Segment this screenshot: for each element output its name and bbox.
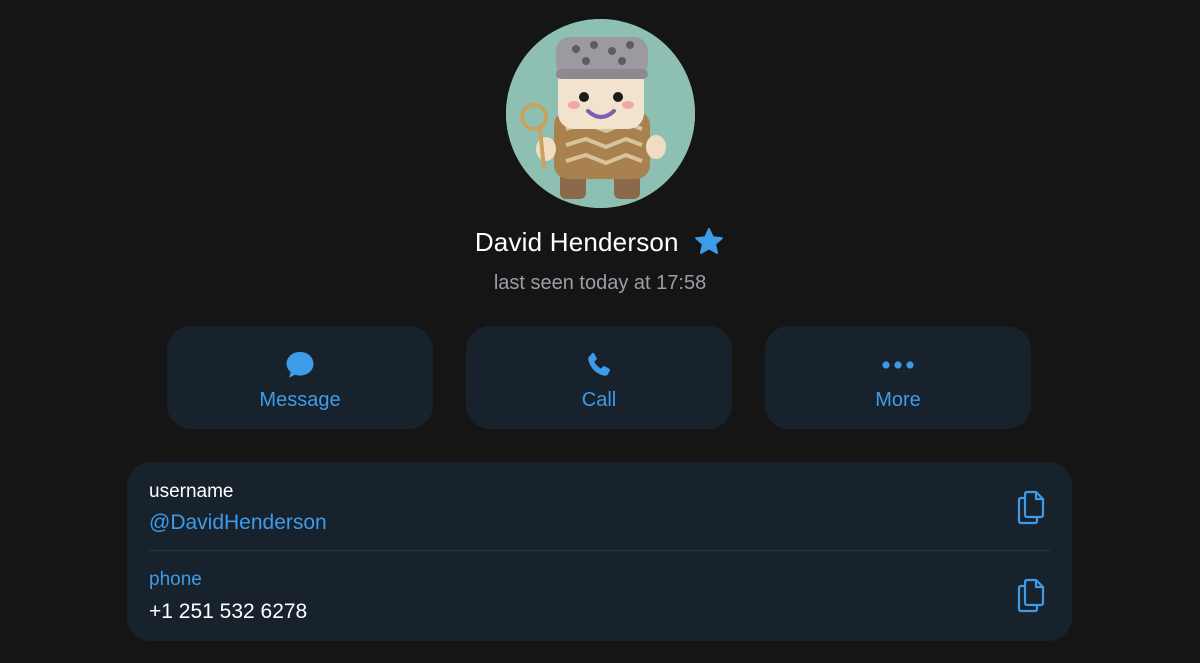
profile-name-row: David Henderson <box>0 226 1200 266</box>
more-dots-icon <box>882 361 914 369</box>
last-seen-status: last seen today at 17:58 <box>493 272 707 294</box>
message-button-label: Message <box>259 389 341 411</box>
username-value[interactable]: @DavidHenderson <box>149 511 327 535</box>
copy-phone-icon[interactable] <box>1014 577 1048 613</box>
phone-label: phone <box>149 569 202 590</box>
call-button-label: Call <box>581 389 617 411</box>
message-button[interactable]: Message <box>167 326 433 429</box>
chat-bubble-icon <box>286 352 314 378</box>
profile-page: David Henderson last seen today at 17:58… <box>0 0 1200 663</box>
call-button[interactable]: Call <box>466 326 732 429</box>
more-button[interactable]: More <box>765 326 1031 429</box>
avatar-image <box>506 19 695 208</box>
star-icon[interactable] <box>693 226 725 258</box>
contact-info-card: username @DavidHenderson phone +1 251 53… <box>127 462 1072 641</box>
more-button-label: More <box>875 389 921 411</box>
phone-value[interactable]: +1 251 532 6278 <box>149 600 307 624</box>
profile-name: David Henderson <box>474 226 679 257</box>
phone-icon <box>588 352 610 376</box>
copy-username-icon[interactable] <box>1014 489 1048 525</box>
username-label: username <box>149 481 234 502</box>
profile-avatar[interactable] <box>506 19 695 208</box>
info-divider <box>149 550 1050 551</box>
